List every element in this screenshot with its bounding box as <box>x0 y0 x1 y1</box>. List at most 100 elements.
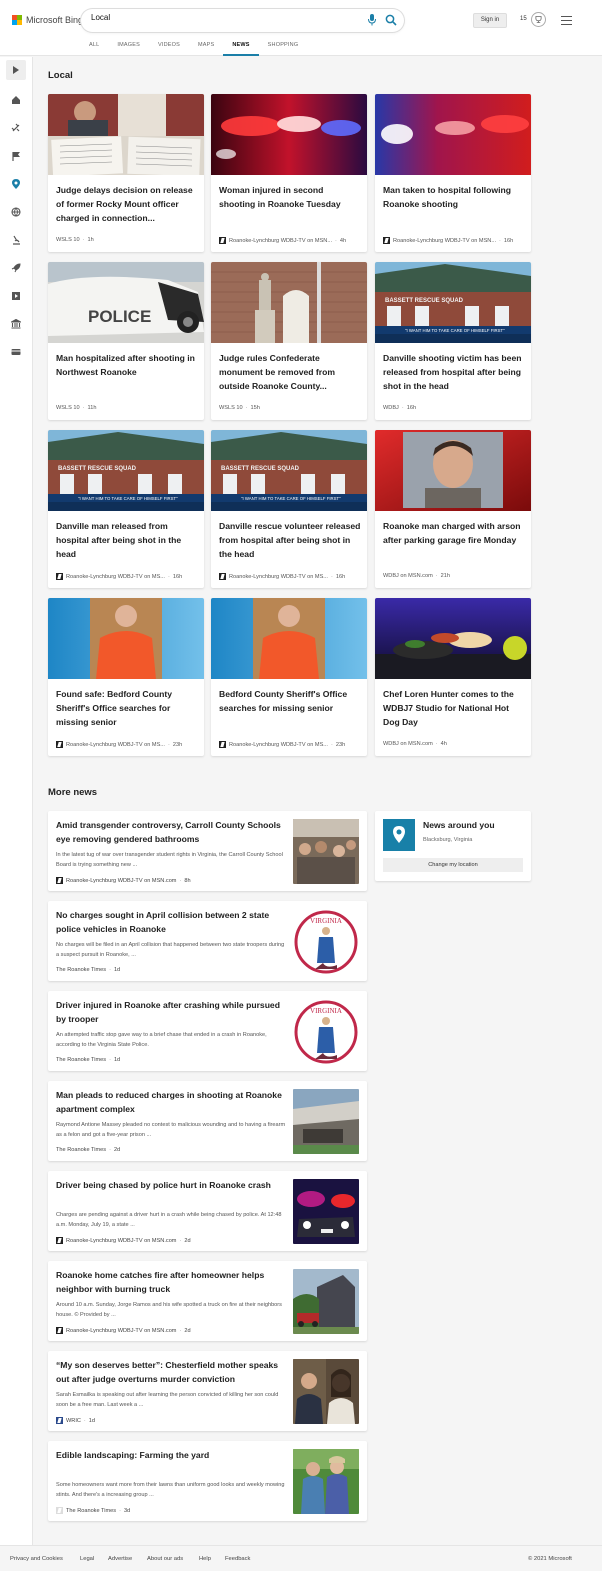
sign-in-button[interactable]: Sign in <box>473 13 507 28</box>
news-list-item[interactable]: Driver being chased by police hurt in Ro… <box>48 1171 367 1251</box>
news-item-title[interactable]: Man pleads to reduced charges in shootin… <box>56 1089 288 1116</box>
news-card[interactable]: Man taken to hospital following Roanoke … <box>375 94 531 252</box>
tab-maps[interactable]: MAPS <box>189 40 223 56</box>
news-card-title[interactable]: Roanoke man charged with arson after par… <box>383 519 525 547</box>
wric-logo-icon <box>56 1417 63 1424</box>
footer-link-privacy[interactable]: Privacy and Cookies <box>10 1556 63 1562</box>
tab-shopping[interactable]: SHOPPING <box>259 40 308 56</box>
news-item-title[interactable]: “My son deserves better”: Chesterfield m… <box>56 1359 288 1386</box>
news-card[interactable]: Roanoke man charged with arson after par… <box>375 430 531 588</box>
news-item-title[interactable]: No charges sought in April collision bet… <box>56 909 288 936</box>
globe-icon[interactable] <box>11 207 21 217</box>
news-chyron-text: "I WANT HIM TO TAKE CARE OF HIMSELF FIRS… <box>78 496 178 501</box>
news-card-image <box>375 94 531 175</box>
news-list-item[interactable]: Edible landscaping: Farming the yard Som… <box>48 1441 367 1521</box>
footer-link-help[interactable]: Help <box>199 1556 211 1562</box>
news-item-thumbnail <box>293 1449 359 1514</box>
news-card-title[interactable]: Chef Loren Hunter comes to the WDBJ7 Stu… <box>383 687 525 729</box>
news-card-title[interactable]: Judge rules Confederate monument be remo… <box>219 351 361 393</box>
news-card-image <box>211 94 367 175</box>
news-card[interactable]: Woman injured in second shooting in Roan… <box>211 94 367 252</box>
footer-link-feedback[interactable]: Feedback <box>225 1556 250 1562</box>
tab-images[interactable]: IMAGES <box>108 40 149 56</box>
footer-link-advertise[interactable]: Advertise <box>108 1556 132 1562</box>
news-card-title[interactable]: Danville shooting victim has been releas… <box>383 351 525 393</box>
search-icon[interactable] <box>385 14 397 26</box>
search-input[interactable] <box>91 13 351 22</box>
rewards-trophy-icon[interactable] <box>531 12 546 27</box>
news-card-title[interactable]: Man hospitalized after shooting in North… <box>56 351 198 379</box>
sidebar-expand-button[interactable] <box>6 60 26 80</box>
wdbj-logo-icon <box>219 741 226 748</box>
location-icon[interactable] <box>11 179 21 189</box>
news-card-image: BASSETT RESCUE SQUAD "I WANT HIM TO TAKE… <box>375 262 531 343</box>
news-around-you-panel: News around you Blacksburg, Virginia Cha… <box>375 811 531 881</box>
news-item-thumbnail <box>293 1269 359 1334</box>
tab-news[interactable]: NEWS <box>223 40 259 56</box>
logo-text: Microsoft Bing <box>26 15 84 25</box>
video-icon[interactable] <box>11 291 21 301</box>
news-item-thumbnail <box>293 1089 359 1154</box>
news-card-title[interactable]: Danville man released from hospital afte… <box>56 519 198 561</box>
news-card[interactable]: POLICE Man hospitalized after shooting i… <box>48 262 204 420</box>
news-card[interactable]: BASSETT RESCUE SQUAD "I WANT HIM TO TAKE… <box>375 262 531 420</box>
rescue-squad-sign-text: BASSETT RESCUE SQUAD <box>385 298 464 304</box>
news-list-item[interactable]: No charges sought in April collision bet… <box>48 901 367 981</box>
bing-logo[interactable]: Microsoft Bing <box>12 15 83 25</box>
science-icon[interactable] <box>11 235 21 245</box>
virginia-seal-text: VIRGINIA <box>310 1007 342 1015</box>
news-card[interactable]: BASSETT RESCUE SQUAD "I WANT HIM TO TAKE… <box>48 430 204 588</box>
news-card[interactable]: Chef Loren Hunter comes to the WDBJ7 Stu… <box>375 598 531 756</box>
card-icon[interactable] <box>11 347 21 357</box>
news-item-thumbnail <box>293 819 359 884</box>
footer-link-legal[interactable]: Legal <box>80 1556 94 1562</box>
tab-videos[interactable]: VIDEOS <box>149 40 189 56</box>
news-card-source: WSLS 10 · 1h <box>56 237 94 243</box>
news-item-title[interactable]: Driver injured in Roanoke after crashing… <box>56 999 288 1026</box>
current-location: Blacksburg, Virginia <box>423 837 473 843</box>
news-item-source: Roanoke-Lynchburg WDBJ-TV on MSN.com · 8h <box>56 877 191 884</box>
news-list-item[interactable]: “My son deserves better”: Chesterfield m… <box>48 1351 367 1431</box>
copyright: © 2021 Microsoft <box>528 1556 572 1562</box>
news-card-title[interactable]: Found safe: Bedford County Sheriff's Off… <box>56 687 198 729</box>
hamburger-menu-icon[interactable] <box>561 16 572 25</box>
news-card-title[interactable]: Man taken to hospital following Roanoke … <box>383 183 525 211</box>
rocket-icon[interactable] <box>11 263 21 273</box>
news-card-image: BASSETT RESCUE SQUAD "I WANT HIM TO TAKE… <box>211 430 367 511</box>
news-item-title[interactable]: Roanoke home catches fire after homeowne… <box>56 1269 288 1296</box>
news-card-image <box>48 94 204 175</box>
news-card-source: Roanoke-Lynchburg WDBJ-TV on MSN... · 16h <box>383 237 528 244</box>
news-list-item[interactable]: Roanoke home catches fire after homeowne… <box>48 1261 367 1341</box>
search-vertical-tabs: ALL IMAGES VIDEOS MAPS NEWS SHOPPING <box>80 40 307 56</box>
news-card[interactable]: Bedford County Sheriff's Office searches… <box>211 598 367 756</box>
tab-all[interactable]: ALL <box>80 40 108 56</box>
news-list-item[interactable]: Amid transgender controversy, Carroll Co… <box>48 811 367 891</box>
flag-icon[interactable] <box>11 151 21 161</box>
news-list-item[interactable]: Man pleads to reduced charges in shootin… <box>48 1081 367 1161</box>
news-item-title[interactable]: Edible landscaping: Farming the yard <box>56 1449 288 1463</box>
news-card-title[interactable]: Judge delays decision on release of form… <box>56 183 198 225</box>
home-icon[interactable] <box>11 95 21 105</box>
footer-link-about-ads[interactable]: About our ads <box>147 1556 183 1562</box>
news-list-item[interactable]: Driver injured in Roanoke after crashing… <box>48 991 367 1071</box>
news-item-title[interactable]: Amid transgender controversy, Carroll Co… <box>56 819 288 846</box>
news-card-image <box>211 598 367 679</box>
news-card-title[interactable]: Bedford County Sheriff's Office searches… <box>219 687 361 715</box>
news-item-source: The Roanoke Times · 1d <box>56 967 121 973</box>
news-card[interactable]: Found safe: Bedford County Sheriff's Off… <box>48 598 204 756</box>
change-location-button[interactable]: Change my location <box>383 858 523 872</box>
satellite-icon[interactable] <box>11 123 21 133</box>
news-card-title[interactable]: Woman injured in second shooting in Roan… <box>219 183 361 211</box>
microphone-icon[interactable] <box>367 14 377 26</box>
news-card[interactable]: BASSETT RESCUE SQUAD "I WANT HIM TO TAKE… <box>211 430 367 588</box>
wdbj-logo-icon <box>219 573 226 580</box>
news-item-title[interactable]: Driver being chased by police hurt in Ro… <box>56 1179 288 1193</box>
news-card[interactable]: Judge rules Confederate monument be remo… <box>211 262 367 420</box>
rewards-points[interactable]: 15 <box>520 16 527 22</box>
location-pin-icon <box>383 819 415 851</box>
news-item-snippet: Around 10 a.m. Sunday, Jorge Ramos and h… <box>56 1302 282 1318</box>
news-item-source: WRIC · 1d <box>56 1417 95 1424</box>
news-card[interactable]: Judge delays decision on release of form… <box>48 94 204 252</box>
government-icon[interactable] <box>11 319 21 329</box>
news-card-title[interactable]: Danville rescue volunteer released from … <box>219 519 361 561</box>
